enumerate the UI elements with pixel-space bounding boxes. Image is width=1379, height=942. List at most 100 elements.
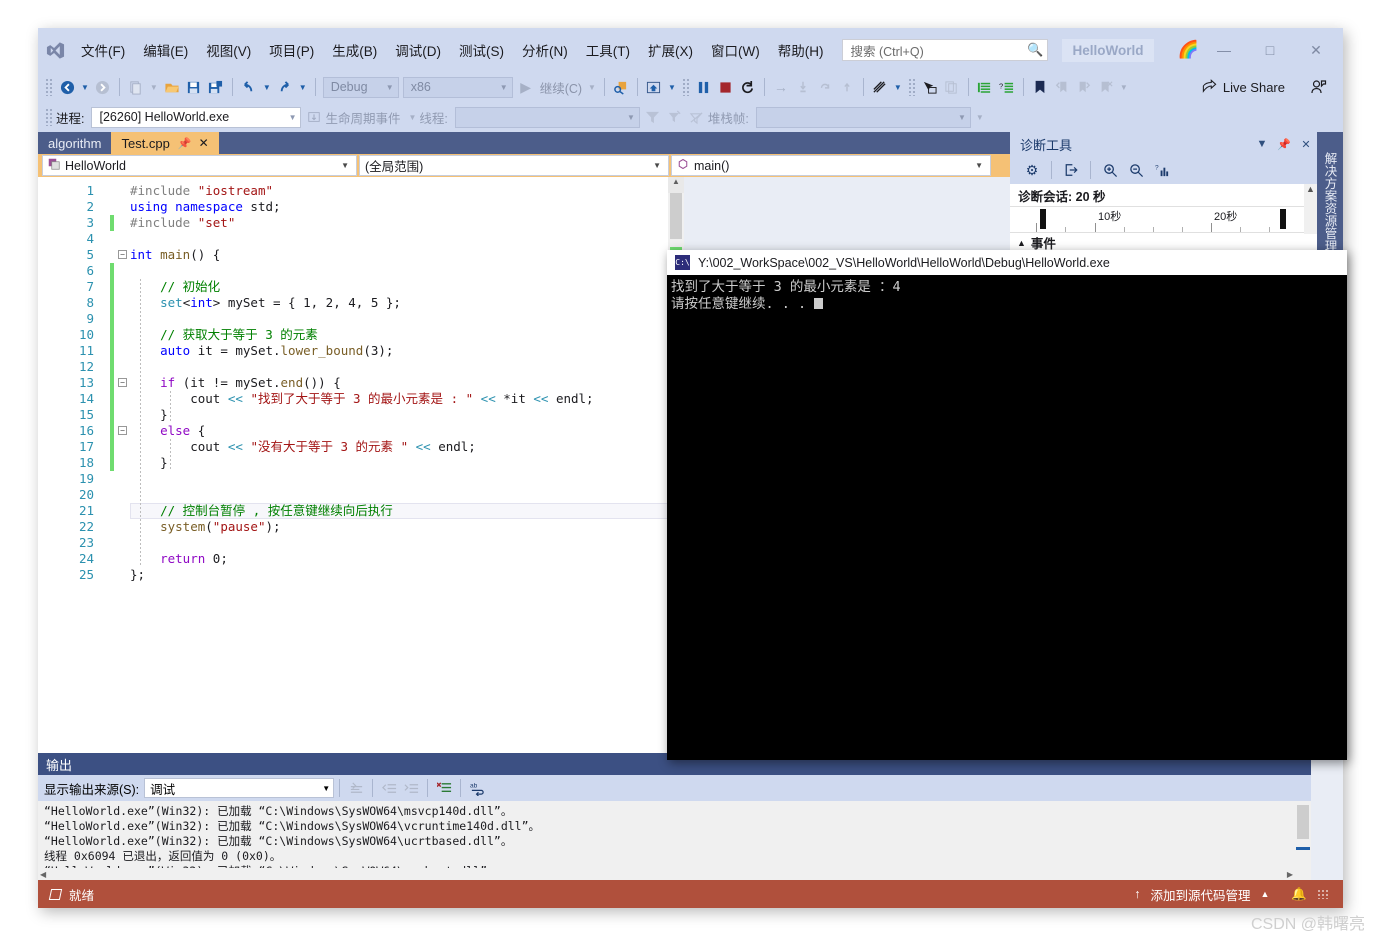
live-share-button[interactable]: Live Share — [1202, 78, 1285, 96]
solution-platform-combo[interactable]: x86 ▼ — [402, 76, 513, 98]
attach-to-process-icon[interactable] — [610, 76, 632, 98]
pin-icon[interactable]: 📌 — [1273, 138, 1295, 151]
zoom-out-icon[interactable] — [1124, 159, 1148, 181]
menu-item-test[interactable]: 测试(S) — [450, 36, 513, 64]
chart-icon[interactable]: ? — [1150, 159, 1174, 181]
clear-output-icon[interactable] — [433, 777, 455, 799]
code-line[interactable]: 18 } — [38, 455, 668, 471]
pause-icon[interactable] — [693, 76, 715, 98]
undo-caret-icon[interactable]: ▼ — [260, 83, 274, 92]
save-icon[interactable] — [183, 76, 205, 98]
scroll-left-icon[interactable]: ◀ — [40, 870, 46, 879]
expander-icon[interactable]: ▲ — [1017, 238, 1026, 248]
navigate-back-icon[interactable] — [56, 76, 78, 98]
close-icon[interactable]: ✕ — [1295, 138, 1317, 151]
code-line[interactable]: 19 — [38, 471, 668, 487]
toolbar-grip[interactable] — [45, 108, 53, 126]
toolbar-overflow-caret-icon[interactable]: ▼ — [1117, 83, 1131, 92]
menu-item-help[interactable]: 帮助(H) — [769, 36, 833, 64]
navigate-back-caret-icon[interactable]: ▼ — [78, 83, 92, 92]
debugbar-overflow-caret-icon[interactable]: ▼ — [973, 113, 987, 122]
open-file-icon[interactable] — [161, 76, 183, 98]
scroll-right-icon[interactable]: ▶ — [1287, 870, 1293, 879]
close-button[interactable]: ✕ — [1293, 35, 1339, 65]
diagnostic-panel-scrollbar[interactable]: ▲ — [1304, 184, 1317, 234]
code-line[interactable]: 17 cout << "没有大于等于 3 的元素 " << endl; — [38, 439, 668, 455]
stop-icon[interactable] — [715, 76, 737, 98]
menu-item-analyze[interactable]: 分析(N) — [513, 36, 577, 64]
fold-toggle[interactable]: − — [118, 378, 127, 387]
solution-configuration-combo[interactable]: Debug ▼ — [322, 76, 399, 98]
output-source-combo[interactable]: 调试 ▼ — [144, 778, 335, 798]
scroll-up-icon[interactable]: ▲ — [668, 177, 684, 193]
redo-caret-icon[interactable]: ▼ — [296, 83, 310, 92]
code-line[interactable]: 4 — [38, 231, 668, 247]
feedback-button[interactable] — [1310, 79, 1327, 95]
code-line[interactable]: 12 — [38, 359, 668, 375]
toggle-bookmark-icon[interactable] — [1029, 76, 1051, 98]
code-line[interactable]: 8 set<int> mySet = { 1, 2, 4, 5 }; — [38, 295, 668, 311]
home-caret-icon[interactable]: ▼ — [665, 83, 679, 92]
diagnostic-events-section[interactable]: ▲ 事件 — [1010, 232, 1317, 252]
document-tab-algorithm[interactable]: algorithm — [38, 132, 112, 154]
toolbar-grip[interactable] — [45, 78, 53, 96]
stackframe-combo[interactable]: ▼ — [755, 106, 971, 128]
output-vertical-scrollbar[interactable] — [1295, 801, 1311, 882]
code-line[interactable]: 13 − if (it != mySet.end()) { — [38, 375, 668, 391]
pin-icon[interactable]: 📌 — [178, 137, 192, 150]
code-line[interactable]: 5 − int main() { — [38, 247, 668, 263]
zoom-in-icon[interactable] — [1098, 159, 1122, 181]
gear-icon[interactable]: ⚙ — [1020, 159, 1044, 181]
notifications-bell-icon[interactable]: 🔔 — [1291, 887, 1307, 902]
account-avatar-icon[interactable]: 🌈 — [1178, 40, 1199, 60]
scrollbar-thumb[interactable] — [670, 193, 682, 239]
menu-item-file[interactable]: 文件(F) — [72, 36, 134, 64]
lifecycle-caret-icon[interactable]: ▼ — [406, 113, 420, 122]
panel-menu-caret-icon[interactable]: ▼ — [1251, 138, 1273, 150]
code-line[interactable]: 10 // 获取大于等于 3 的元素 — [38, 327, 668, 343]
navbar-project-combo[interactable]: HelloWorld ▼ — [42, 155, 357, 176]
code-line[interactable]: 11 auto it = mySet.lower_bound(3); — [38, 343, 668, 359]
continue-caret-icon[interactable]: ▼ — [585, 83, 599, 92]
code-line[interactable]: 14 cout << "找到了大于等于 3 的最小元素是 : " << *it … — [38, 391, 668, 407]
select-element-icon[interactable] — [919, 76, 941, 98]
home-icon[interactable] — [643, 76, 665, 98]
code-editor[interactable]: 1 #include "iostream" 2 using namespace std… — [38, 177, 668, 779]
comment-lines-icon[interactable] — [974, 76, 996, 98]
toggle-word-wrap-icon[interactable]: ab — [466, 777, 488, 799]
thread-combo[interactable]: ▼ — [454, 106, 640, 128]
code-line[interactable]: 2 using namespace std; — [38, 199, 668, 215]
toolbar-grip[interactable] — [681, 78, 690, 96]
diagnostics-icon[interactable] — [869, 76, 891, 98]
code-line[interactable]: 21 // 控制台暂停 , 按任意键继续向后执行 — [38, 503, 668, 519]
export-icon[interactable] — [1059, 159, 1083, 181]
undo-icon[interactable] — [238, 76, 260, 98]
menu-item-extensions[interactable]: 扩展(X) — [639, 36, 702, 64]
lifecycle-events-label[interactable]: 生命周期事件 — [325, 108, 405, 127]
source-control-label[interactable]: 添加到源代码管理 — [1150, 885, 1250, 904]
code-line[interactable]: 15 } — [38, 407, 668, 423]
code-lines[interactable]: 1 #include "iostream" 2 using namespace std… — [38, 177, 668, 583]
code-line[interactable]: 16 − else { — [38, 423, 668, 439]
menu-item-project[interactable]: 项目(P) — [260, 36, 323, 64]
menu-item-debug[interactable]: 调试(D) — [386, 36, 450, 64]
toolbar-grip[interactable] — [907, 78, 916, 96]
menu-item-tools[interactable]: 工具(T) — [577, 36, 639, 64]
code-line[interactable]: 1 #include "iostream" — [38, 183, 668, 199]
minimize-button[interactable]: — — [1201, 35, 1247, 65]
code-line[interactable]: 7 // 初始化 — [38, 279, 668, 295]
code-line[interactable]: 25}; — [38, 567, 668, 583]
search-input[interactable]: 搜索 (Ctrl+Q) 🔍 — [842, 39, 1049, 61]
diagnostic-timeline-ruler[interactable]: 10秒 20秒 — [1010, 206, 1317, 232]
uncomment-lines-icon[interactable]: ? — [996, 76, 1018, 98]
code-line[interactable]: 20 — [38, 487, 668, 503]
scrollbar-thumb[interactable] — [1297, 805, 1309, 839]
source-control-caret-icon[interactable]: ▲ — [1261, 889, 1270, 899]
code-line[interactable]: 24 return 0; — [38, 551, 668, 567]
menu-item-view[interactable]: 视图(V) — [197, 36, 260, 64]
redo-icon[interactable] — [274, 76, 296, 98]
new-file-caret-icon[interactable]: ▼ — [147, 83, 161, 92]
console-window[interactable]: C:\ Y:\002_WorkSpace\002_VS\HelloWorld\H… — [667, 250, 1347, 760]
continue-button-label[interactable]: 继续(C) — [537, 78, 585, 97]
save-all-icon[interactable] — [205, 76, 227, 98]
